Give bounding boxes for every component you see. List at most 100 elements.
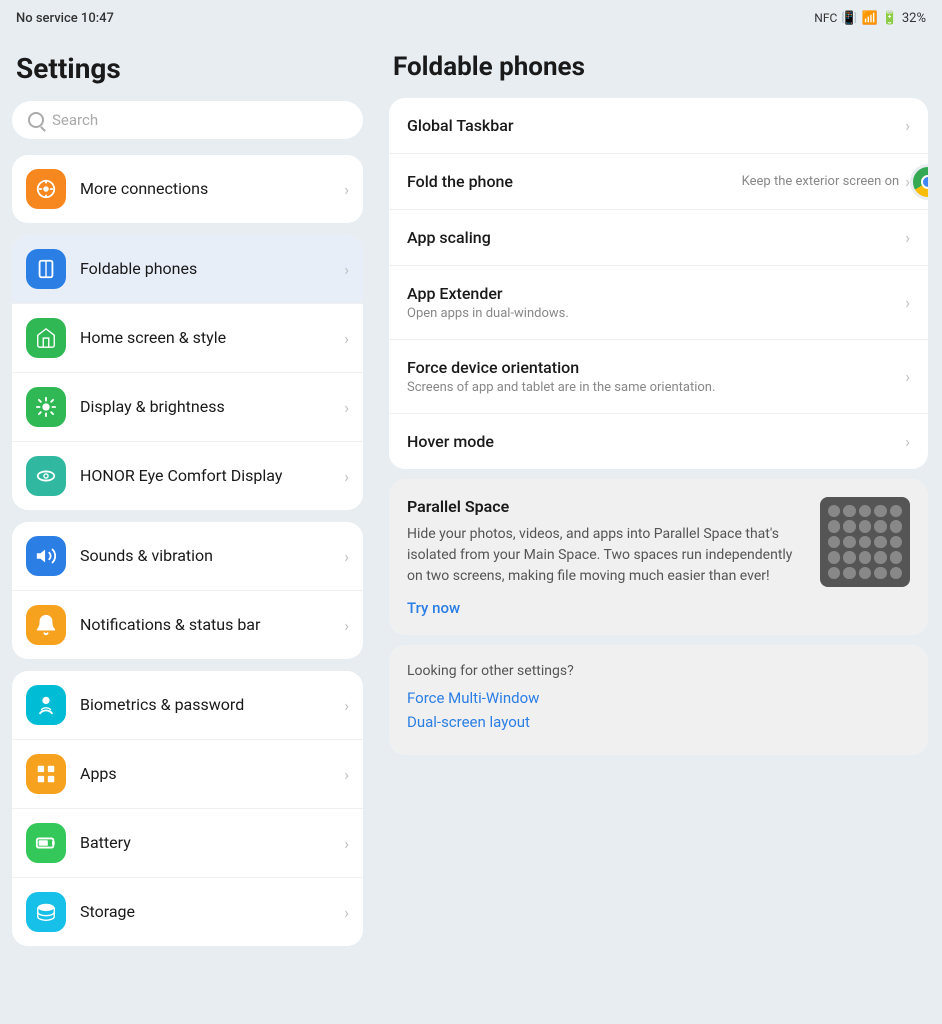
sounds-icon: [26, 536, 66, 576]
wifi-icon: 📶: [861, 11, 877, 26]
chevron-right-icon: ›: [905, 367, 910, 386]
chevron-right-icon: ›: [344, 834, 349, 853]
settings-group-1: More connections ›: [12, 155, 363, 223]
sidebar-item-home-screen[interactable]: Home screen & style ›: [12, 304, 363, 373]
settings-group-2: Foldable phones › Home screen & style › …: [12, 235, 363, 510]
nfc-icon: NFC: [814, 11, 837, 25]
search-bar[interactable]: Search: [12, 101, 363, 139]
biometrics-icon: [26, 685, 66, 725]
chevron-right-icon: ›: [344, 260, 349, 279]
main-layout: Settings Search More connections › Folda…: [0, 36, 942, 1024]
parallel-desc: Hide your photos, videos, and apps into …: [407, 524, 806, 587]
chevron-right-icon: ›: [344, 616, 349, 635]
chevron-right-icon: ›: [344, 329, 349, 348]
search-placeholder: Search: [52, 111, 98, 129]
sidebar-item-label: Sounds & vibration: [80, 546, 336, 567]
sidebar-item-label: More connections: [80, 179, 336, 200]
status-right: NFC 📳 📶 🔋 32%: [814, 11, 926, 26]
parallel-space-card: Parallel Space Hide your photos, videos,…: [389, 479, 928, 635]
other-settings-card: Looking for other settings? Force Multi-…: [389, 645, 928, 755]
settings-group-3: Sounds & vibration › Notifications & sta…: [12, 522, 363, 659]
chrome-icon: [910, 164, 928, 200]
chevron-right-icon: ›: [905, 116, 910, 135]
sidebar-item-more-connections[interactable]: More connections ›: [12, 155, 363, 223]
apps-icon: [26, 754, 66, 794]
search-icon: [28, 112, 44, 128]
battery-icon: 🔋: [882, 11, 898, 26]
panel-item-title: Hover mode: [407, 432, 905, 451]
right-panel: Foldable phones Global Taskbar › Fold th…: [375, 36, 942, 1024]
panel-item-global-taskbar[interactable]: Global Taskbar ›: [389, 98, 928, 154]
sidebar-item-label: Home screen & style: [80, 328, 336, 349]
panel-item-content: Force device orientation Screens of app …: [407, 358, 905, 395]
battery-percent: 32%: [902, 11, 926, 26]
sidebar-item-storage[interactable]: Storage ›: [12, 878, 363, 946]
panel-item-app-extender[interactable]: App Extender Open apps in dual-windows. …: [389, 266, 928, 340]
sidebar-item-label: HONOR Eye Comfort Display: [80, 466, 336, 487]
panel-item-title: App Extender: [407, 284, 905, 303]
display-brightness-icon: [26, 387, 66, 427]
panel-item-hover-mode[interactable]: Hover mode ›: [389, 414, 928, 469]
try-now-link[interactable]: Try now: [407, 599, 806, 617]
panel-item-content: Hover mode: [407, 432, 905, 451]
chevron-right-icon: ›: [905, 432, 910, 451]
home-screen-icon: [26, 318, 66, 358]
panel-item-subtitle: Screens of app and tablet are in the sam…: [407, 380, 905, 395]
sidebar-item-label: Biometrics & password: [80, 695, 336, 716]
sidebar-item-honor-eye[interactable]: HONOR Eye Comfort Display ›: [12, 442, 363, 510]
sidebar-item-notifications[interactable]: Notifications & status bar ›: [12, 591, 363, 659]
panel-item-title: App scaling: [407, 228, 905, 247]
panel-title: Foldable phones: [389, 52, 928, 82]
more-connections-icon: [26, 169, 66, 209]
sidebar-item-label: Foldable phones: [80, 259, 336, 280]
honor-eye-icon: [26, 456, 66, 496]
panel-item-app-scaling[interactable]: App scaling ›: [389, 210, 928, 266]
force-multi-window-link[interactable]: Force Multi-Window: [407, 689, 910, 707]
panel-item-title: Fold the phone: [407, 172, 742, 191]
sidebar-item-biometrics[interactable]: Biometrics & password ›: [12, 671, 363, 740]
status-left-text: No service 10:47: [16, 11, 114, 26]
sidebar-item-label: Notifications & status bar: [80, 615, 336, 636]
panel-item-right-text: Keep the exterior screen on: [742, 174, 900, 189]
panel-item-force-orientation[interactable]: Force device orientation Screens of app …: [389, 340, 928, 414]
panel-item-title: Global Taskbar: [407, 116, 905, 135]
panel-item-fold-phone[interactable]: Fold the phone Keep the exterior screen …: [389, 154, 928, 210]
storage-icon: [26, 892, 66, 932]
other-settings-title: Looking for other settings?: [407, 663, 910, 679]
panel-item-subtitle: Open apps in dual-windows.: [407, 306, 905, 321]
chevron-right-icon: ›: [344, 903, 349, 922]
sidebar-item-battery[interactable]: Battery ›: [12, 809, 363, 878]
settings-group-4: Biometrics & password › Apps › Battery ›: [12, 671, 363, 946]
notifications-icon: [26, 605, 66, 645]
panel-item-content: Fold the phone: [407, 172, 742, 191]
dual-screen-layout-link[interactable]: Dual-screen layout: [407, 713, 910, 731]
sidebar-item-label: Battery: [80, 833, 336, 854]
sidebar-item-label: Apps: [80, 764, 336, 785]
panel-item-content: Global Taskbar: [407, 116, 905, 135]
status-bar: No service 10:47 NFC 📳 📶 🔋 32%: [0, 0, 942, 36]
panel-item-title: Force device orientation: [407, 358, 905, 377]
parallel-space-image: [820, 497, 910, 587]
foldable-phones-icon: [26, 249, 66, 289]
chevron-right-icon: ›: [344, 547, 349, 566]
sidebar-item-display-brightness[interactable]: Display & brightness ›: [12, 373, 363, 442]
sidebar-item-apps[interactable]: Apps ›: [12, 740, 363, 809]
chevron-right-icon: ›: [905, 228, 910, 247]
chrome-center: [921, 175, 928, 189]
chevron-right-icon: ›: [344, 180, 349, 199]
sidebar-item-foldable-phones[interactable]: Foldable phones ›: [12, 235, 363, 304]
parallel-title: Parallel Space: [407, 497, 806, 516]
sidebar-item-sounds-vibration[interactable]: Sounds & vibration ›: [12, 522, 363, 591]
chevron-right-icon: ›: [344, 765, 349, 784]
sidebar-item-label: Storage: [80, 902, 336, 923]
battery-icon: [26, 823, 66, 863]
chevron-right-icon: ›: [344, 467, 349, 486]
panel-item-content: App Extender Open apps in dual-windows.: [407, 284, 905, 321]
foldable-settings-card: Global Taskbar › Fold the phone Keep the…: [389, 98, 928, 469]
chevron-right-icon: ›: [344, 696, 349, 715]
sidebar-item-label: Display & brightness: [80, 397, 336, 418]
parallel-inner: Parallel Space Hide your photos, videos,…: [407, 497, 910, 617]
chevron-right-icon: ›: [905, 293, 910, 312]
settings-title: Settings: [12, 52, 363, 85]
panel-item-content: App scaling: [407, 228, 905, 247]
